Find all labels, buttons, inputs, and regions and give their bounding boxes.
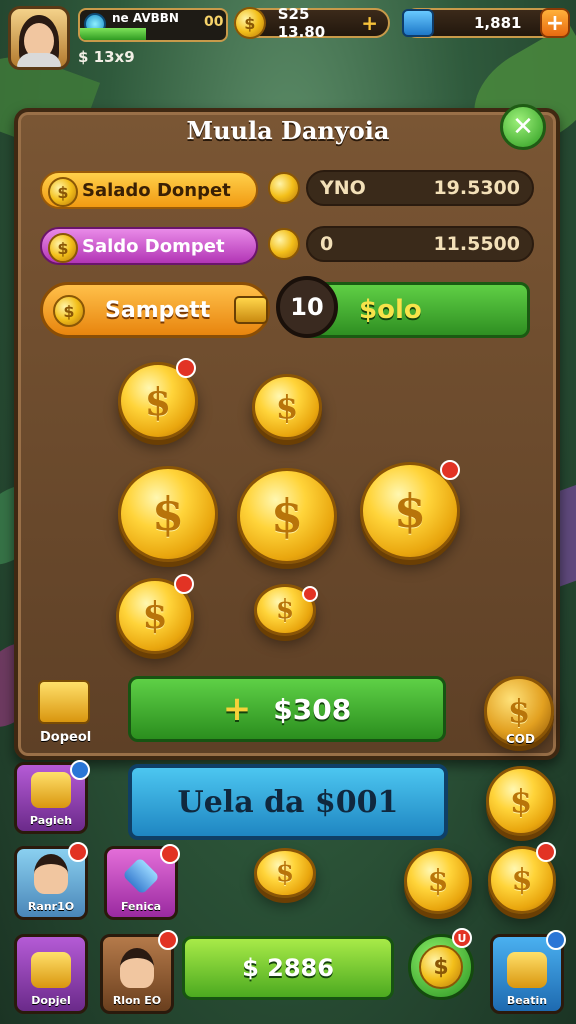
alert-badge: U	[452, 928, 472, 948]
dollar-icon: $	[507, 692, 531, 730]
salado-donpet-button[interactable]: $ Salado Donpet	[40, 171, 258, 209]
player-avatar[interactable]	[8, 6, 70, 70]
alert-badge	[174, 574, 194, 594]
coin-reward[interactable]: $	[254, 848, 316, 898]
alert-badge	[176, 358, 196, 378]
dollar-icon: $	[509, 782, 533, 820]
dollar-icon: $	[270, 489, 303, 543]
alert-badge	[70, 760, 90, 780]
dollar-icon: $	[144, 378, 172, 424]
purchase-button[interactable]: $ 2886	[182, 936, 394, 1000]
tile-label: Pagieh	[29, 814, 73, 827]
level-subtext: $ 13x9	[78, 48, 135, 66]
dollar-icon: $	[427, 863, 449, 899]
saldo-dompet-value: 0 11.5500	[306, 226, 534, 262]
tile-label: Dopjel	[31, 994, 71, 1007]
gem-ticket-icon	[402, 9, 434, 37]
alert-badge	[160, 844, 180, 864]
alert-badge	[546, 930, 566, 950]
dollar-icon: $	[151, 487, 184, 541]
tile-label: Fenica	[120, 900, 162, 913]
salado-donpet-value: YNO 19.5300	[306, 170, 534, 206]
saldo-dompet-value-left: 0	[320, 233, 334, 255]
tile-label: Rlon EO	[112, 994, 162, 1007]
coin-reward[interactable]: $	[118, 466, 218, 562]
claim-button[interactable]: Uela da $001	[128, 764, 448, 840]
coin-icon: $	[234, 7, 266, 39]
saldo-dompet-label: Saldo Dompet	[82, 235, 225, 257]
sampett-badge: 10	[276, 276, 338, 338]
salado-donpet-value-left: YNO	[320, 177, 366, 199]
alert-badge	[302, 586, 318, 602]
level-progress-fill	[80, 28, 146, 40]
level-label: ne AVBBN	[112, 11, 179, 25]
tile-dopjel[interactable]: Dopjel	[14, 934, 88, 1014]
sampett-badge-value: 10	[290, 293, 324, 321]
add-amount-label: $308	[273, 692, 352, 726]
level-bar[interactable]: ne AVBBN 00	[78, 8, 228, 42]
dollar-icon: $	[275, 388, 299, 426]
gold-bars-icon	[31, 772, 71, 808]
dollar-icon: $	[142, 595, 168, 637]
person-icon	[34, 854, 68, 894]
coin-reward[interactable]: $	[486, 766, 556, 836]
gold-star-icon	[31, 952, 71, 988]
dollar-icon: $	[275, 595, 295, 625]
coin-counter[interactable]: $ S25 13.80 +	[234, 5, 390, 41]
deposit-gold-bars-icon[interactable]	[38, 680, 90, 724]
salado-donpet-label: Salado Donpet	[82, 179, 231, 201]
panel-title: Muula Danyoia	[186, 116, 390, 145]
corner-coin-label: COD	[506, 732, 535, 746]
sampett-label: Sampett	[105, 297, 211, 323]
alert-badge	[68, 842, 88, 862]
diamond-icon	[122, 857, 160, 895]
coin-stack-icon	[268, 228, 300, 260]
dollar-icon: $	[393, 484, 426, 538]
dollar-icon: $	[511, 862, 533, 898]
coin-plus-icon[interactable]: +	[361, 11, 378, 35]
avatar-body	[17, 53, 61, 67]
dollar-icon: $	[275, 858, 295, 888]
tile-label: Beatin	[506, 994, 548, 1007]
coin-amount: S25 13.80	[277, 5, 326, 41]
close-button[interactable]: ✕	[500, 104, 546, 150]
treasure-chest-icon	[234, 296, 268, 324]
sampett-right-label: $olo	[359, 295, 422, 325]
tile-label: Ranr1O	[27, 900, 75, 913]
gem-amount: 1,881	[474, 14, 522, 32]
alert-badge	[536, 842, 556, 862]
person-icon	[120, 948, 154, 988]
coin-reward[interactable]: $	[237, 468, 337, 564]
purchase-button-label: $ 2886	[242, 954, 334, 982]
salado-donpet-value-right: 19.5300	[433, 177, 520, 199]
saldo-dompet-value-right: 11.5500	[433, 233, 520, 255]
claim-button-label: Uela da $001	[177, 784, 399, 820]
add-gems-button[interactable]: +	[540, 8, 570, 38]
coin-icon: $	[48, 233, 78, 263]
plus-icon: +	[222, 689, 252, 729]
add-amount-button[interactable]: + $308	[128, 676, 446, 742]
coin-icon: $	[48, 177, 78, 207]
saldo-dompet-button[interactable]: $ Saldo Dompet	[40, 227, 258, 265]
deposit-label: Dopeol	[40, 730, 92, 745]
gem-counter[interactable]: 1,881 +	[402, 8, 570, 38]
coin-icon: $	[419, 945, 463, 989]
coin-icon: $	[53, 295, 85, 327]
coin-stack-icon	[268, 172, 300, 204]
alert-badge	[158, 930, 178, 950]
coin-reward[interactable]: $	[252, 374, 322, 440]
gold-bars-icon	[507, 952, 547, 988]
alert-badge	[440, 460, 460, 480]
coin-reward[interactable]: $	[404, 848, 472, 914]
level-value: 00	[204, 14, 224, 30]
